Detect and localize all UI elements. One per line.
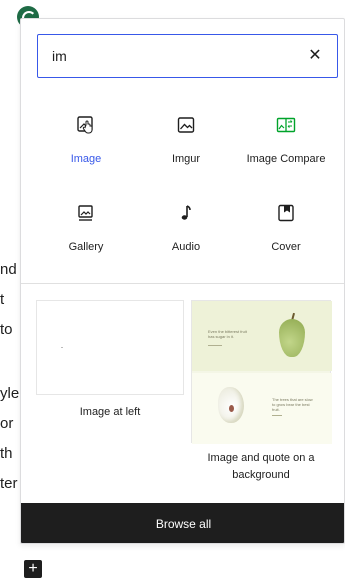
pattern-image-and-quote[interactable]: Even the bitterest fruit has sugar in it.… <box>191 300 332 490</box>
block-imgur[interactable]: Imgur <box>136 103 236 183</box>
cover-icon <box>278 204 294 222</box>
block-inserter-popover: ✕ Image Imgur <box>20 18 345 544</box>
block-audio[interactable]: Audio <box>136 191 236 271</box>
block-cover[interactable]: Cover <box>236 191 336 271</box>
block-label: Cover <box>271 241 301 253</box>
block-label: Imgur <box>171 153 201 165</box>
audio-icon <box>181 205 191 220</box>
bg-text-fragment: nd <box>0 261 17 278</box>
block-label: Image <box>70 153 102 165</box>
close-icon: ✕ <box>308 47 322 64</box>
bg-text-fragment: t <box>0 291 5 308</box>
block-search: ✕ <box>37 34 338 78</box>
block-label: Gallery <box>68 241 104 253</box>
add-block-button[interactable]: + <box>24 560 42 578</box>
block-gallery[interactable]: Gallery <box>36 191 136 271</box>
pattern-label: Image and quote on a background <box>207 452 315 481</box>
browse-all-button[interactable]: Browse all <box>21 503 344 543</box>
block-image-compare[interactable]: Image Compare <box>236 103 336 183</box>
imgur-icon <box>177 117 195 133</box>
bg-text-fragment: th <box>0 445 13 462</box>
bg-text-fragment: or <box>0 415 14 432</box>
pattern-label: Image at left <box>79 406 141 418</box>
bg-text-fragment: ter <box>0 475 18 492</box>
block-image[interactable]: Image <box>36 103 136 183</box>
pattern-preview: Even the bitterest fruit has sugar in it.… <box>191 300 332 444</box>
pattern-preview <box>36 300 184 395</box>
block-label: Image Compare <box>246 153 326 165</box>
bg-text-fragment: yle <box>0 385 20 402</box>
gallery-icon <box>78 205 93 221</box>
pattern-image-at-left[interactable]: Image at left <box>36 300 184 430</box>
pattern-results: Image at left Even the bitterest fruit ha… <box>21 284 344 504</box>
clear-search-button[interactable]: ✕ <box>305 45 325 67</box>
image-icon <box>77 116 93 134</box>
block-label: Audio <box>171 241 201 253</box>
image-compare-icon <box>276 117 296 133</box>
bg-text-fragment: to <box>0 321 13 338</box>
search-input[interactable] <box>52 46 292 66</box>
